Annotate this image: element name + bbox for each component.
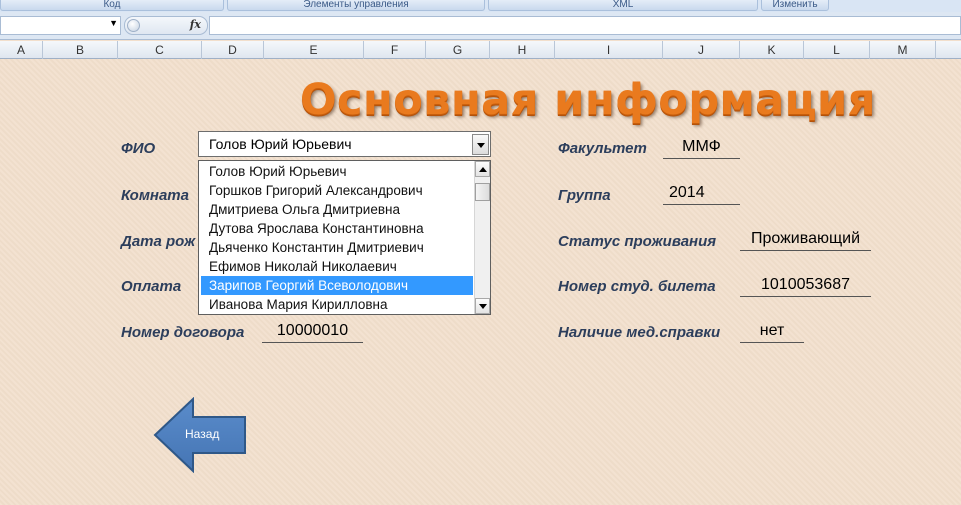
sheet-area[interactable]: Основная информация ФИО Комната Дата рож…	[0, 59, 961, 505]
formula-resize-handle[interactable]	[127, 19, 140, 32]
ribbon-group-xml[interactable]: XML	[488, 0, 758, 11]
insert-function-icon[interactable]: fx	[190, 18, 201, 31]
dropdown-item[interactable]: Иванова Мария Кирилловна	[199, 295, 475, 314]
medical-certificate-value[interactable]: нет	[740, 321, 804, 343]
back-button-label: Назад	[185, 427, 220, 441]
student-card-value[interactable]: 1010053687	[740, 275, 871, 297]
column-header-j[interactable]: J	[663, 41, 740, 59]
residence-status-value[interactable]: Проживающий	[740, 229, 871, 251]
back-button[interactable]: Назад	[153, 397, 247, 473]
chevron-up-icon	[479, 167, 487, 172]
room-label: Комната	[121, 187, 189, 204]
column-header-k[interactable]: K	[740, 41, 804, 59]
faculty-value[interactable]: ММФ	[663, 137, 740, 159]
ribbon-group-code[interactable]: Код	[0, 0, 224, 11]
fio-label: ФИО	[121, 140, 156, 157]
student-card-label: Номер студ. билета	[558, 278, 716, 295]
faculty-label: Факультет	[558, 140, 647, 157]
column-header-i[interactable]: I	[555, 41, 663, 59]
birth-date-label: Дата рож	[121, 233, 196, 250]
dropdown-item[interactable]: Дмитриева Ольга Дмитриевна	[199, 200, 475, 219]
payment-label: Оплата	[121, 278, 182, 295]
scroll-up-button[interactable]	[475, 161, 490, 177]
dropdown-item[interactable]: Дутова Ярослава Константиновна	[199, 219, 475, 238]
column-headers: A B C D E F G H I J K L M	[0, 41, 961, 59]
dropdown-scrollbar[interactable]	[474, 161, 490, 314]
ribbon-group-edit[interactable]: Изменить	[761, 0, 829, 11]
fio-combobox[interactable]: Голов Юрий Юрьевич	[198, 131, 491, 157]
dropdown-item[interactable]: Ефимов Николай Николаевич	[199, 257, 475, 276]
column-header-a[interactable]: A	[0, 41, 43, 59]
name-box[interactable]: ▼	[0, 16, 121, 35]
column-header-g[interactable]: G	[426, 41, 490, 59]
group-label: Группа	[558, 187, 611, 204]
formula-tools: fx	[124, 16, 208, 35]
column-header-d[interactable]: D	[202, 41, 264, 59]
formula-bar: ▼ fx	[0, 12, 961, 40]
scrollbar-thumb[interactable]	[475, 183, 490, 201]
medical-certificate-label: Наличие мед.справки	[558, 324, 721, 341]
column-header-l[interactable]: L	[804, 41, 870, 59]
column-header-e[interactable]: E	[264, 41, 364, 59]
contract-number-value[interactable]: 10000010	[262, 321, 363, 343]
contract-number-label: Номер договора	[121, 324, 245, 341]
column-header-f[interactable]: F	[364, 41, 426, 59]
scroll-down-button[interactable]	[475, 298, 490, 314]
column-header-b[interactable]: B	[43, 41, 118, 59]
column-header-c[interactable]: C	[118, 41, 202, 59]
fio-dropdown-list[interactable]: Голов Юрий Юрьевич Горшков Григорий Алек…	[198, 160, 491, 315]
page-title: Основная информация	[300, 75, 876, 125]
ribbon-strip: Код Элементы управления XML Изменить	[0, 0, 961, 12]
chevron-down-icon	[479, 304, 487, 309]
chevron-down-icon[interactable]: ▼	[109, 18, 118, 28]
formula-input[interactable]	[209, 16, 961, 35]
dropdown-item[interactable]: Дьяченко Константин Дмитриевич	[199, 238, 475, 257]
ribbon-group-controls[interactable]: Элементы управления	[227, 0, 485, 11]
dropdown-item[interactable]: Голов Юрий Юрьевич	[199, 162, 475, 181]
dropdown-item[interactable]: Горшков Григорий Александрович	[199, 181, 475, 200]
column-header-h[interactable]: H	[490, 41, 555, 59]
fio-combobox-value: Голов Юрий Юрьевич	[209, 136, 352, 152]
dropdown-item-selected[interactable]: Зарипов Георгий Всеволодович	[201, 276, 473, 295]
residence-status-label: Статус проживания	[558, 233, 717, 250]
combobox-dropdown-button[interactable]	[472, 134, 489, 155]
chevron-down-icon	[477, 143, 485, 148]
column-header-m[interactable]: M	[870, 41, 936, 59]
group-value[interactable]: 2014	[663, 183, 740, 205]
